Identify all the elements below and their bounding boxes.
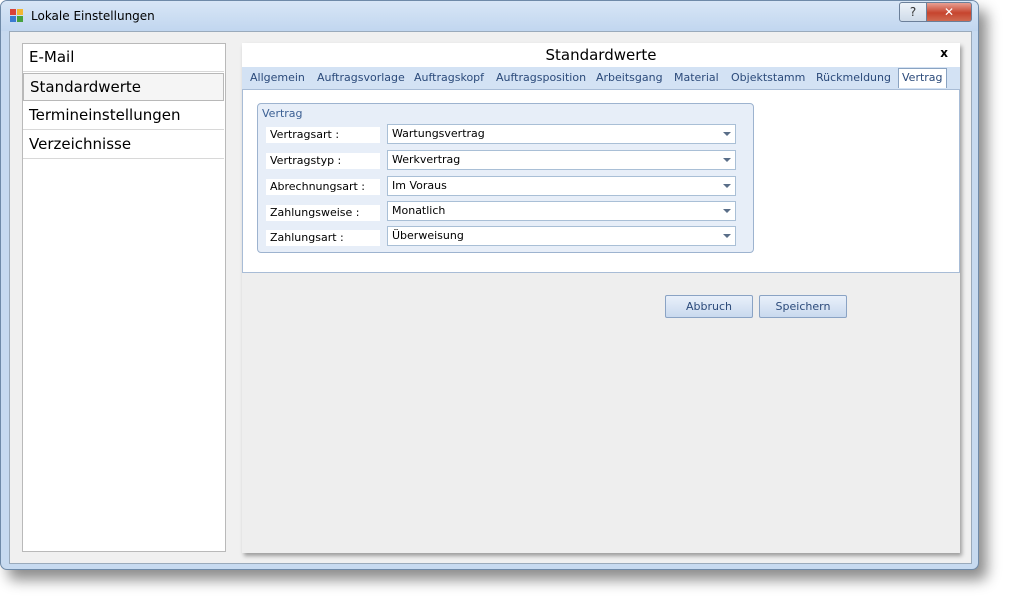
vertragsart-label: Vertragsart :: [266, 127, 380, 143]
vertragstyp-value: Werkvertrag: [392, 153, 461, 166]
tab-auftragsposition[interactable]: Auftragsposition: [496, 71, 586, 84]
app-window: Lokale Einstellungen ? ✕ E-Mail Standard…: [0, 0, 979, 570]
save-button[interactable]: Speichern: [759, 295, 847, 318]
vertragstyp-dropdown[interactable]: Werkvertrag: [387, 150, 736, 170]
zahlungsart-value: Überweisung: [392, 229, 464, 242]
nav-item-standardwerte[interactable]: Standardwerte: [23, 73, 224, 101]
chevron-down-icon[interactable]: [723, 158, 731, 162]
abrechnungsart-value: Im Voraus: [392, 179, 447, 192]
zahlungsweise-value: Monatlich: [392, 204, 446, 217]
chevron-down-icon[interactable]: [723, 132, 731, 136]
help-button[interactable]: ?: [899, 2, 927, 22]
zahlungsweise-dropdown[interactable]: Monatlich: [387, 201, 736, 221]
zahlungsart-label: Zahlungsart :: [266, 230, 380, 246]
nav-item-termineinstellungen[interactable]: Termineinstellungen: [23, 102, 224, 130]
title-bar[interactable]: Lokale Einstellungen ? ✕: [1, 1, 978, 31]
abrechnungsart-label: Abrechnungsart :: [266, 179, 380, 195]
panel-close-icon[interactable]: x: [940, 46, 948, 60]
vertrag-group: Vertrag Vertragsart : Wartungsvertrag Ve…: [257, 103, 754, 253]
vertragstyp-label: Vertragstyp :: [266, 153, 380, 169]
abrechnungsart-dropdown[interactable]: Im Voraus: [387, 176, 736, 196]
panel-header: Standardwerte x: [242, 43, 960, 67]
chevron-down-icon[interactable]: [723, 234, 731, 238]
tab-auftragskopf[interactable]: Auftragskopf: [414, 71, 484, 84]
close-window-button[interactable]: ✕: [927, 2, 972, 22]
nav-item-verzeichnisse[interactable]: Verzeichnisse: [23, 131, 224, 159]
tab-arbeitsgang[interactable]: Arbeitsgang: [596, 71, 663, 84]
tab-allgemein[interactable]: Allgemein: [250, 71, 305, 84]
chevron-down-icon[interactable]: [723, 184, 731, 188]
help-icon: ?: [909, 5, 917, 19]
chevron-down-icon[interactable]: [723, 209, 731, 213]
vertragsart-dropdown[interactable]: Wartungsvertrag: [387, 124, 736, 144]
tab-auftragsvorlage[interactable]: Auftragsvorlage: [317, 71, 405, 84]
window-title: Lokale Einstellungen: [31, 9, 155, 23]
close-icon: ✕: [943, 5, 955, 19]
tab-rueckmeldung[interactable]: Rückmeldung: [816, 71, 891, 84]
app-icon: [10, 9, 24, 23]
group-title: Vertrag: [262, 107, 303, 120]
tab-material[interactable]: Material: [674, 71, 719, 84]
panel-title: Standardwerte: [545, 46, 657, 64]
standardwerte-panel: Standardwerte x Allgemein Auftragsvorlag…: [242, 43, 960, 553]
zahlungsart-dropdown[interactable]: Überweisung: [387, 226, 736, 246]
tab-strip: Allgemein Auftragsvorlage Auftragskopf A…: [242, 67, 960, 89]
cancel-button[interactable]: Abbruch: [665, 295, 753, 318]
tab-content-vertrag: Vertrag Vertragsart : Wartungsvertrag Ve…: [242, 89, 960, 273]
vertragsart-value: Wartungsvertrag: [392, 127, 485, 140]
nav-item-email[interactable]: E-Mail: [23, 44, 224, 72]
client-area: E-Mail Standardwerte Termineinstellungen…: [9, 31, 972, 564]
settings-nav-list: E-Mail Standardwerte Termineinstellungen…: [22, 43, 226, 552]
tab-vertrag[interactable]: Vertrag: [898, 68, 947, 88]
tab-objektstamm[interactable]: Objektstamm: [731, 71, 805, 84]
zahlungsweise-label: Zahlungsweise :: [266, 205, 380, 221]
